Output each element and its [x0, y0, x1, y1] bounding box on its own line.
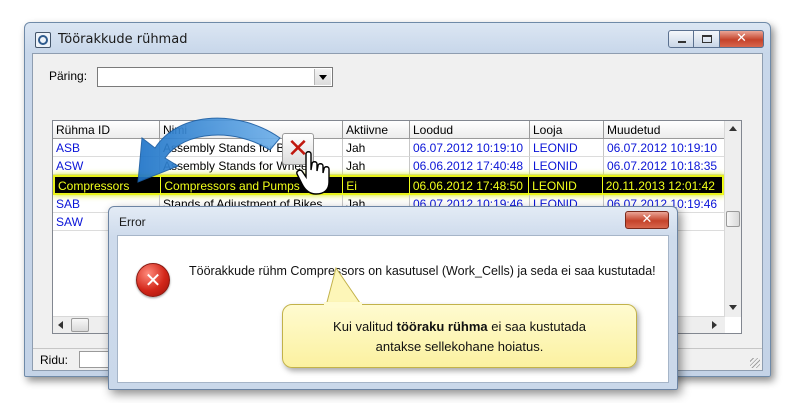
- hand-cursor-icon: [296, 151, 330, 195]
- window-controls: ✕: [668, 30, 764, 48]
- gear-icon: [35, 32, 51, 48]
- title-bar[interactable]: Töörakkude rühmad ✕: [25, 23, 770, 53]
- query-select[interactable]: [97, 67, 333, 87]
- horizontal-scroll-thumb[interactable]: [71, 318, 89, 332]
- vertical-scrollbar[interactable]: [724, 121, 741, 317]
- dialog-close-button[interactable]: ✕: [625, 211, 669, 229]
- cell-active: Jah: [343, 139, 410, 157]
- scroll-right-icon[interactable]: [712, 321, 717, 329]
- close-button[interactable]: ✕: [720, 30, 764, 48]
- cell-modified: 20.11.2013 12:01:42: [603, 177, 723, 195]
- minimize-icon: [678, 41, 686, 43]
- callout-pointer-join: [324, 302, 362, 308]
- cell-active: Ei: [343, 177, 410, 195]
- maximize-button[interactable]: [694, 30, 720, 48]
- vertical-scroll-thumb[interactable]: [726, 211, 740, 227]
- callout-text: Kui valitud: [333, 319, 397, 334]
- query-label: Päring:: [49, 69, 88, 83]
- column-header-created[interactable]: Loodud: [410, 121, 530, 139]
- cell-created-by: LEONID: [529, 177, 603, 195]
- chevron-down-icon[interactable]: [314, 69, 331, 85]
- cell-active: Jah: [343, 157, 410, 175]
- cell-created-by: LEONID: [530, 139, 604, 157]
- scroll-left-icon[interactable]: [58, 321, 63, 329]
- cell-created-by: LEONID: [530, 157, 604, 175]
- minimize-button[interactable]: [668, 30, 694, 48]
- cell-created: 06.06.2012 17:40:48: [410, 157, 530, 175]
- curved-arrow-icon: [137, 117, 281, 183]
- rows-count-label: Ridu:: [40, 353, 69, 367]
- column-header-modified[interactable]: Muudetud: [604, 121, 725, 139]
- column-header-created-by[interactable]: Looja: [530, 121, 604, 139]
- info-callout: Kui valitud tööraku rühma ei saa kustuta…: [282, 304, 637, 368]
- scroll-down-icon[interactable]: [729, 305, 737, 310]
- cell-modified: 06.07.2012 10:18:35: [604, 157, 725, 175]
- error-message: Töörakkude rühm Compressors on kasutusel…: [189, 264, 656, 278]
- maximize-icon: [702, 35, 712, 43]
- close-icon: ✕: [641, 212, 653, 227]
- callout-text: ei saa kustutada: [487, 319, 586, 334]
- cell-modified: 06.07.2012 10:19:10: [604, 139, 725, 157]
- dialog-title: Error: [119, 215, 146, 229]
- window-title: Töörakkude rühmad: [58, 32, 188, 47]
- cell-created: 06.07.2012 10:19:10: [410, 139, 530, 157]
- resize-grip-icon[interactable]: [750, 358, 760, 368]
- close-icon: ✕: [736, 31, 747, 46]
- column-header-active[interactable]: Aktiivne: [343, 121, 410, 139]
- callout-line-2: antakse sellekohane hoiatus.: [375, 339, 544, 354]
- cell-created: 06.06.2012 17:48:50: [410, 177, 530, 195]
- callout-line-1: Kui valitud tööraku rühma ei saa kustuta…: [283, 317, 636, 337]
- error-icon: ✕: [136, 263, 170, 297]
- callout-bold-text: tööraku rühma: [396, 319, 488, 334]
- scroll-up-icon[interactable]: [729, 126, 737, 131]
